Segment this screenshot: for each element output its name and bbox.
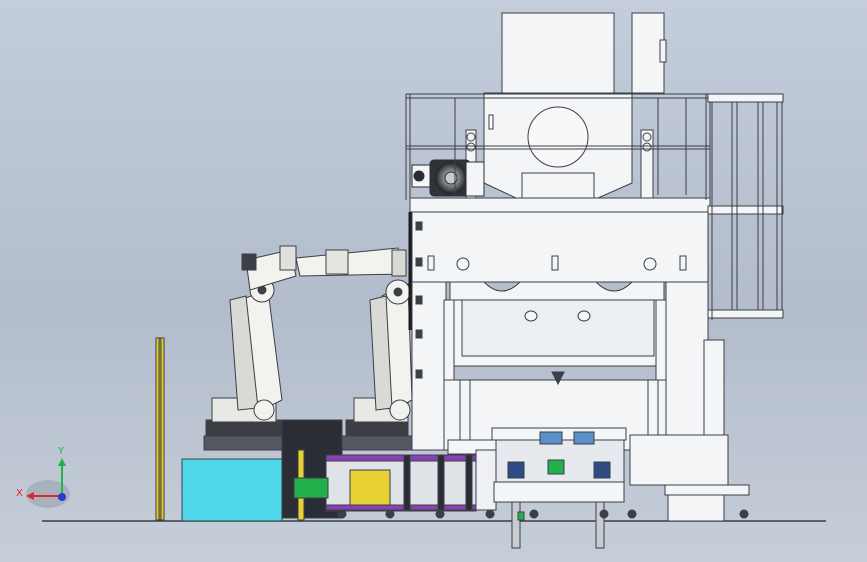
press-foot-lower [667,494,725,522]
caster [337,509,347,519]
slide-guide-right [655,299,667,381]
die-cart-leg [595,501,605,549]
z-axis-dot [58,493,66,501]
y-axis-arrow [58,458,66,466]
robot-wrist [279,245,297,271]
conveyor-backplate [475,449,497,511]
cad-viewport[interactable]: X Y [0,0,867,562]
safety-light-post[interactable] [155,337,165,521]
slide-bolt [524,310,538,322]
slide-bolt [577,310,591,322]
axis-triad: X Y [16,446,70,508]
conveyor-rail-low [325,504,477,511]
light-post-stripe [158,337,162,521]
frame-tab [415,257,423,267]
column-bolt [642,142,652,152]
caster [529,509,539,519]
crown-label [488,114,494,130]
column-bolt [466,132,476,142]
press-crown-neck [521,172,595,199]
press-side-cabinet [703,339,725,436]
caster [739,509,749,519]
press-frame-top [409,197,711,213]
flywheel-cover [527,106,589,168]
slide-guide-left [443,299,455,381]
cabinet-body [181,458,283,522]
motor-knob [413,170,425,182]
conveyor-rail [325,454,477,462]
conveyor-yellow-block [349,469,391,506]
press-frame-right-leg [665,281,709,451]
robot-joint [253,399,275,421]
x-axis-label: X [16,488,23,499]
ladder-low-rung [707,309,784,319]
bolster-leg-left [459,379,471,441]
frame-tab [415,221,423,231]
motor[interactable] [411,159,485,197]
press-foot [664,484,750,496]
press-slide [449,281,665,301]
conveyor-frame [325,454,477,512]
caster [627,509,637,519]
frame-slot [679,255,687,271]
conveyor-upright [465,454,473,511]
column-bolt [642,132,652,142]
frame-hole [456,257,470,271]
robot-base [345,419,409,439]
frame-tab [415,329,423,339]
caster [485,509,495,519]
side-ladder[interactable] [707,93,784,320]
die-sensor [547,459,565,475]
conveyor-upright [403,454,411,511]
robot-forearm [295,247,405,277]
robot-joint-center [393,287,403,297]
press-counterweight-cap [659,39,667,63]
frame-tab [415,295,423,305]
frame-hole [643,257,657,271]
die-cart-leg [511,501,521,549]
robot-forearm-motor [325,249,349,275]
robot-motor [241,253,257,271]
press-side-plinth [629,434,729,486]
robot-arm-left[interactable] [203,245,297,451]
die-cart-shelf [493,481,625,503]
press-frame-body [411,211,709,283]
die-fixture [539,431,563,445]
press-top-housing [501,12,615,94]
robot-base-ring [203,435,285,451]
conveyor-green-strip [293,477,329,499]
motor-mount [465,161,485,197]
die-cart-green-marker [517,511,525,521]
press-counterweight [631,12,665,94]
die-fixture [573,431,595,445]
caster [435,509,445,519]
conveyor-upright [437,454,445,511]
slide-inner [461,299,655,357]
bolster-leg-right [647,379,659,441]
die-actuator [507,461,525,479]
y-axis-label: Y [57,446,65,457]
column-bolt [466,142,476,152]
robot-base [205,419,283,439]
caster [385,509,395,519]
robot-joint [389,399,411,421]
ladder-top-rung [707,93,784,103]
robot-wrist-plate [391,249,407,277]
press-frame-left-leg [411,281,447,451]
robot-base-ring [341,435,413,451]
frame-slot [551,255,559,271]
caster [599,509,609,519]
ladder-mid-rung [707,205,784,215]
frame-tab [415,369,423,379]
frame-slot [427,255,435,271]
die-actuator [593,461,611,479]
